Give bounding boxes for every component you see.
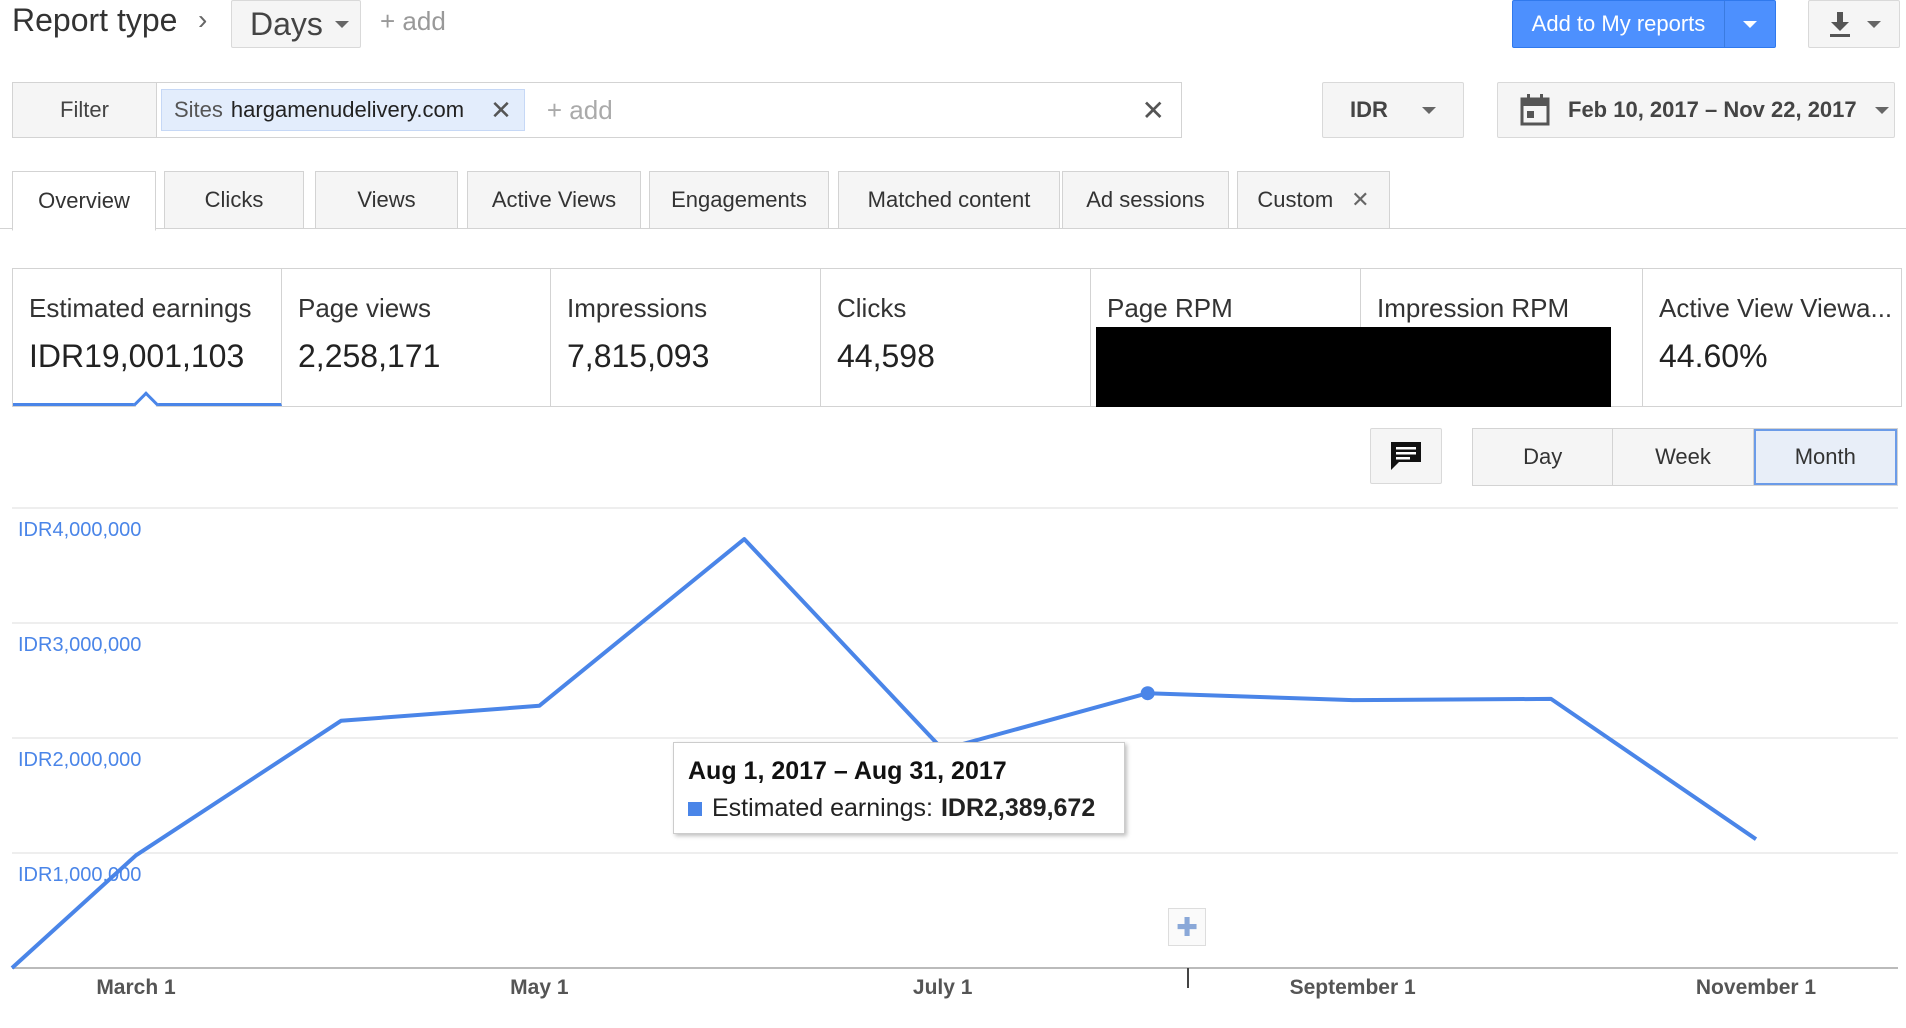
download-button[interactable]	[1808, 0, 1900, 48]
x-axis-tick-label: July 1	[913, 976, 973, 999]
granularity-day-button[interactable]: Day	[1473, 429, 1614, 485]
tab-active-views[interactable]: Active Views	[467, 171, 641, 229]
x-axis-tick-label: September 1	[1290, 976, 1416, 999]
y-axis-tick-label: IDR3,000,000	[18, 634, 141, 656]
tooltip-series-label: Estimated earnings:	[712, 794, 933, 822]
redacted-block	[1096, 327, 1611, 407]
tooltip-row: Estimated earnings: IDR2,389,672	[688, 794, 1110, 823]
x-axis-tick-label: November 1	[1696, 976, 1817, 999]
days-dimension-label: Days	[250, 5, 323, 42]
highlighted-data-point[interactable]	[1140, 686, 1155, 701]
date-range-select[interactable]: Feb 10, 2017 – Nov 22, 2017	[1497, 82, 1895, 138]
y-axis-tick-label: IDR1,000,000	[18, 864, 141, 886]
currency-value: IDR	[1350, 97, 1388, 122]
download-icon	[1830, 12, 1850, 37]
comment-icon	[1391, 442, 1421, 470]
filter-button[interactable]: Filter	[13, 83, 157, 137]
filter-chip-value: hargamenudelivery.com	[230, 97, 465, 122]
granularity-month-button[interactable]: Month	[1753, 429, 1897, 485]
breadcrumb-chevron-icon: ›	[198, 4, 208, 35]
currency-select[interactable]: IDR	[1322, 82, 1464, 138]
filter-chip-sites[interactable]: Sites hargamenudelivery.com ✕	[161, 89, 525, 131]
add-to-my-reports-button[interactable]: Add to My reports	[1512, 0, 1776, 48]
tab-overview[interactable]: Overview	[12, 171, 156, 231]
days-dimension-select[interactable]: Days	[231, 0, 361, 48]
add-to-my-reports-dropdown[interactable]	[1725, 1, 1775, 47]
metric-impressions[interactable]: Impressions 7,815,093	[551, 269, 821, 406]
tooltip-value: IDR2,389,672	[940, 794, 1096, 822]
x-axis-tick-label: May 1	[510, 976, 569, 999]
tab-clicks[interactable]: Clicks	[164, 171, 304, 229]
chevron-down-icon	[1421, 106, 1436, 114]
granularity-week-button[interactable]: Week	[1613, 429, 1754, 485]
filter-chip-key: Sites	[174, 97, 223, 122]
metrics-summary: Estimated earnings IDR19,001,103 Page vi…	[12, 268, 1902, 407]
close-icon[interactable]: ✕	[1351, 187, 1369, 213]
add-dimension-link[interactable]: + add	[380, 6, 446, 37]
filter-bar: Filter Sites hargamenudelivery.com ✕ + a…	[12, 82, 1182, 138]
chevron-down-icon	[1743, 20, 1757, 28]
date-range-value: Feb 10, 2017 – Nov 22, 2017	[1568, 97, 1857, 122]
metric-page-views[interactable]: Page views 2,258,171	[282, 269, 551, 406]
tab-views[interactable]: Views	[315, 171, 458, 229]
filter-add-input[interactable]: + add	[547, 95, 1142, 126]
annotations-button[interactable]	[1370, 428, 1442, 484]
chevron-down-icon	[1874, 106, 1889, 114]
y-axis-tick-label: IDR2,000,000	[18, 749, 141, 771]
tooltip-series-swatch	[688, 801, 702, 816]
metric-clicks[interactable]: Clicks 44,598	[821, 269, 1091, 406]
metric-estimated-earnings[interactable]: Estimated earnings IDR19,001,103	[13, 269, 282, 406]
add-to-my-reports-label[interactable]: Add to My reports	[1513, 1, 1725, 47]
clear-filter-icon[interactable]: ✕	[1142, 94, 1165, 127]
y-axis-tick-label: IDR4,000,000	[18, 519, 141, 541]
tab-ad-sessions[interactable]: Ad sessions	[1062, 171, 1229, 229]
report-type-label: Report type	[12, 2, 178, 38]
tooltip-title: Aug 1, 2017 – Aug 31, 2017	[688, 757, 1007, 785]
chart-tooltip: Aug 1, 2017 – Aug 31, 2017 Estimated ear…	[673, 742, 1125, 834]
granularity-toggle: Day Week Month	[1472, 428, 1898, 486]
calendar-icon	[1520, 94, 1550, 126]
x-axis-tick-label: March 1	[96, 976, 176, 999]
tab-matched-content[interactable]: Matched content	[838, 171, 1060, 229]
tab-engagements[interactable]: Engagements	[649, 171, 829, 229]
tab-custom[interactable]: Custom ✕	[1237, 171, 1390, 229]
chevron-down-icon	[334, 20, 349, 28]
add-annotation-icon[interactable]: ✚	[1168, 908, 1206, 946]
chevron-down-icon	[1867, 20, 1881, 28]
metric-active-view-viewable[interactable]: Active View Viewa... 44.60%	[1643, 269, 1901, 406]
close-icon[interactable]: ✕	[490, 95, 512, 126]
